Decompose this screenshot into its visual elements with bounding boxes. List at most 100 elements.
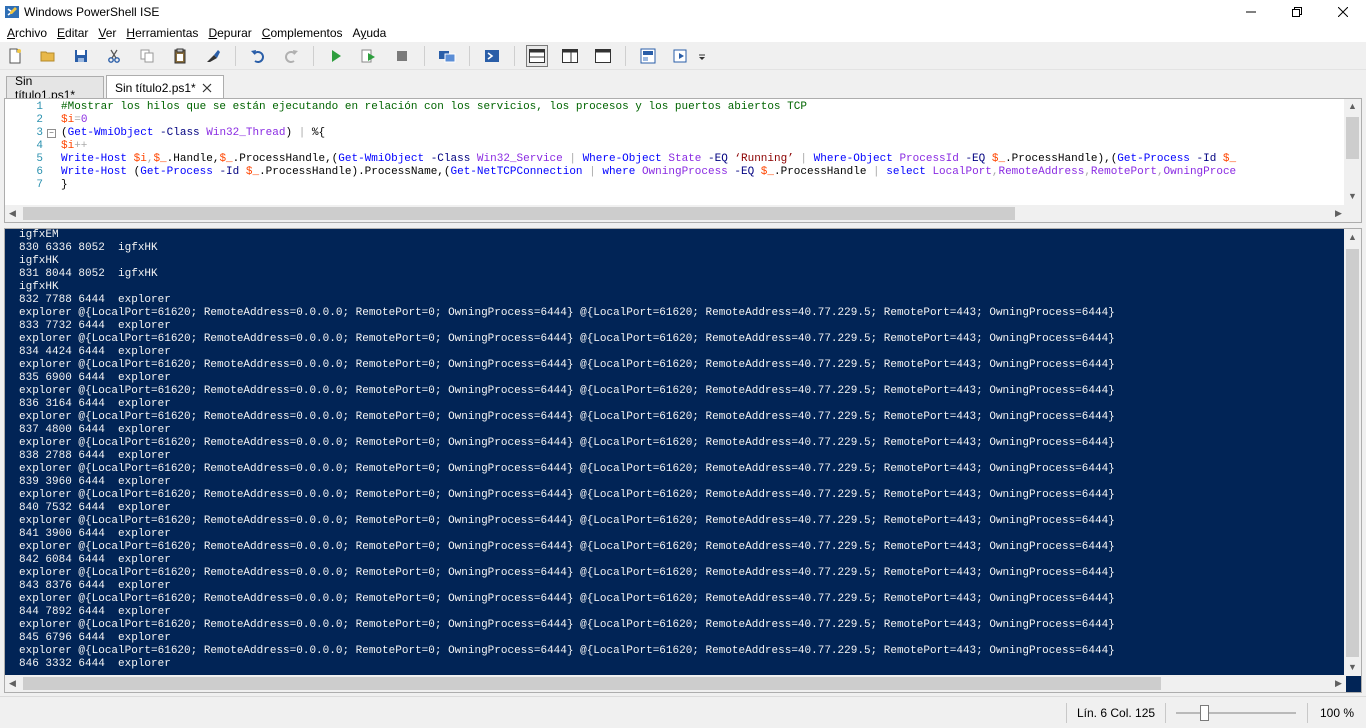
line-number: 4 (5, 140, 59, 153)
copy-button[interactable] (136, 45, 158, 67)
menu-depurar[interactable]: Depurar (203, 26, 256, 40)
run-selection-button[interactable] (358, 45, 380, 67)
operator-token: ++ (74, 140, 88, 152)
command-token: Write-Host (61, 153, 128, 165)
console-line: explorer @{LocalPort=61620; RemoteAddres… (19, 463, 1115, 475)
console-horizontal-scrollbar[interactable]: ◀ ▶ (5, 675, 1346, 692)
clear-console-button[interactable] (202, 45, 224, 67)
scrollbar-thumb[interactable] (23, 207, 1015, 220)
parameter-token: -EQ (701, 153, 728, 165)
code-line: Write-Host $i,$_.Handle,$_.ProcessHandle… (61, 153, 1343, 166)
scroll-down-icon[interactable]: ▼ (1348, 662, 1357, 672)
save-button[interactable] (70, 45, 92, 67)
console-line: 840 7532 6444 explorer (19, 502, 171, 514)
close-button[interactable] (1320, 0, 1366, 24)
restore-icon (1292, 7, 1302, 17)
toolbar-separator (424, 45, 425, 66)
new-file-button[interactable] (4, 45, 26, 67)
cut-button[interactable] (103, 45, 125, 67)
scrollbar-thumb[interactable] (1346, 249, 1359, 657)
menu-label: omplementos (270, 26, 343, 40)
menu-editar[interactable]: Editar (52, 26, 93, 40)
comment-token: #Mostrar los hilos que se están ejecutan… (61, 101, 807, 113)
scrollbar-thumb[interactable] (1346, 117, 1359, 159)
scroll-left-icon[interactable]: ◀ (9, 208, 16, 219)
variable-token: $_ (153, 153, 167, 165)
variable-token: $_ (219, 153, 233, 165)
window-title: Windows PowerShell ISE (24, 5, 160, 19)
console-line: explorer @{LocalPort=61620; RemoteAddres… (19, 645, 1115, 657)
scroll-left-icon[interactable]: ◀ (9, 678, 16, 689)
console-vertical-scrollbar[interactable]: ▲ ▼ (1344, 229, 1361, 676)
scroll-right-icon[interactable]: ▶ (1335, 208, 1342, 219)
maximize-button[interactable] (1274, 0, 1320, 24)
status-divider (1066, 703, 1067, 723)
run-script-button[interactable] (325, 45, 347, 67)
scroll-up-icon[interactable]: ▲ (1348, 101, 1357, 111)
show-script-pane-maximized-button[interactable] (592, 45, 614, 67)
undo-button[interactable] (247, 45, 269, 67)
scrollbar-thumb[interactable] (23, 677, 1161, 690)
copy-icon (140, 49, 154, 62)
stop-button[interactable] (391, 45, 413, 67)
run-selection-icon (361, 49, 375, 62)
tab-sin-titulo2[interactable]: Sin título2.ps1* (106, 75, 224, 99)
menu-archivo[interactable]: Archivo (2, 26, 52, 40)
show-command-addon-button[interactable] (670, 45, 692, 67)
line-number-text: 6 (36, 166, 43, 178)
line-number: 2 (5, 114, 59, 127)
paste-icon (174, 48, 186, 63)
script-editor[interactable]: 1 2 3− 4 5 6 7 #Mostrar los hilos que se… (4, 98, 1362, 223)
menu-label: epurar (217, 26, 252, 40)
scroll-right-icon[interactable]: ▶ (1335, 678, 1342, 689)
editor-vertical-scrollbar[interactable]: ▲ ▼ (1344, 99, 1361, 206)
code-line: (Get-WmiObject -Class Win32_Thread) | %{ (61, 127, 1343, 140)
console-pane[interactable]: igfxEM 830 6336 8052 igfxHK igfxHK 831 8044… (4, 228, 1362, 693)
redo-button[interactable] (280, 45, 302, 67)
minimize-button[interactable] (1228, 0, 1274, 24)
tab-close-icon[interactable] (202, 83, 212, 93)
menu-ver[interactable]: Ver (93, 26, 121, 40)
start-powershell-button[interactable] (481, 45, 503, 67)
line-number-text: 4 (36, 140, 43, 152)
number-token: 0 (80, 114, 88, 126)
line-number-text: 5 (36, 153, 43, 165)
zoom-slider[interactable] (1176, 712, 1296, 714)
menu-ayuda[interactable]: Ayuda (348, 26, 392, 40)
menu-herramientas[interactable]: Herramientas (121, 26, 203, 40)
member-token: .ProcessHandle).ProcessName,( (259, 166, 451, 178)
menu-complementos[interactable]: Complementos (257, 26, 348, 40)
menu-label: rchivo (15, 26, 48, 40)
scroll-down-icon[interactable]: ▼ (1348, 191, 1357, 201)
console-line: igfxEM (19, 229, 59, 241)
command-token: Get-Process (140, 166, 213, 178)
show-command-window-button[interactable] (637, 45, 659, 67)
variable-token: $_ (1216, 153, 1237, 165)
show-script-pane-top-button[interactable] (526, 44, 548, 67)
title-bar: Windows PowerShell ISE (0, 0, 1366, 24)
new-remote-tab-button[interactable] (436, 45, 458, 67)
operator-token: , (1156, 166, 1164, 178)
paste-button[interactable] (169, 45, 191, 67)
member-token: .Handle, (166, 153, 220, 165)
fold-toggle-icon[interactable]: − (47, 129, 56, 138)
open-button[interactable] (37, 45, 59, 67)
tab-sin-titulo1[interactable]: Sin título1.ps1* (6, 74, 104, 102)
code-area[interactable]: #Mostrar los hilos que se están ejecutan… (61, 101, 1343, 192)
pipe-token: | (873, 166, 880, 178)
toolbar-overflow-button[interactable] (697, 45, 707, 67)
editor-horizontal-scrollbar[interactable]: ◀ ▶ (5, 205, 1361, 222)
scroll-up-icon[interactable]: ▲ (1348, 232, 1357, 242)
variable-token: $i (61, 114, 75, 126)
console-line: 830 6336 8052 igfxHK (19, 242, 158, 254)
zoom-slider-thumb[interactable] (1200, 705, 1209, 721)
console-output[interactable]: igfxEM 830 6336 8052 igfxHK igfxHK 831 8044… (19, 229, 1343, 676)
menu-label: ditar (65, 26, 89, 40)
menu-label: erramientas (135, 26, 199, 40)
stop-icon (397, 50, 407, 61)
menu-bar: Archivo Editar Ver Herramientas Depurar … (0, 24, 1366, 42)
console-line: 842 6084 6444 explorer (19, 554, 171, 566)
status-bar: Lín. 6 Col. 125 100 % (0, 696, 1366, 728)
undo-icon (251, 49, 264, 63)
show-script-pane-right-button[interactable] (559, 45, 581, 67)
